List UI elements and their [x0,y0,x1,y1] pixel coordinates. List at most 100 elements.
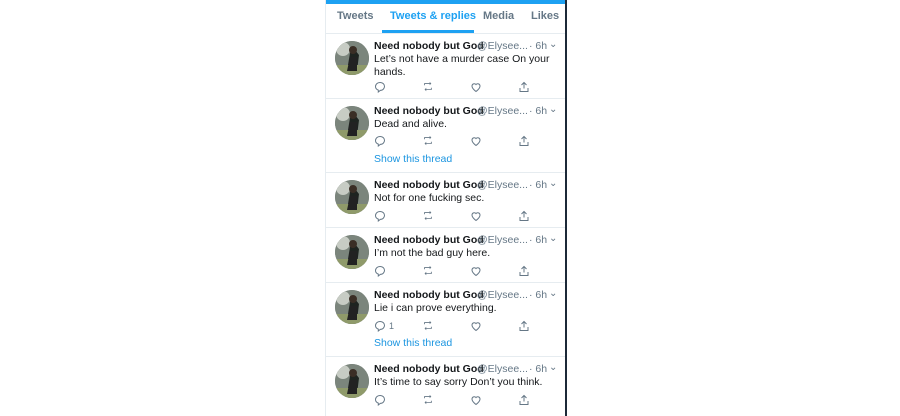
share-button[interactable] [518,210,530,222]
avatar[interactable] [335,290,369,324]
share-icon [519,394,529,405]
reply-icon [374,210,386,222]
tweet-text: It’s time to say sorry Don’t you think. [374,376,543,388]
tweet-text: Dead and alive. [374,118,447,130]
show-thread-link[interactable]: Show this thread [374,153,452,165]
tweet[interactable]: Need nobody but God @Elysee... · 6h ⌄ Le… [326,34,565,99]
heart-icon [471,212,481,222]
reply-icon [374,135,386,147]
avatar[interactable] [335,364,369,398]
share-button[interactable] [518,394,530,406]
tweet-actions [374,394,564,408]
tweet-time[interactable]: · 6h [529,289,547,301]
tweet-header: Need nobody but God @Elysee... · 6h ⌄ [374,178,562,193]
like-button[interactable] [470,135,482,147]
tab-likes[interactable]: Likes [531,10,559,22]
tweet-text: Let’s not have a murder case On your han… [374,53,550,78]
author-name[interactable]: Need nobody but God [374,40,484,52]
author-handle[interactable]: @Elysee... [477,234,528,246]
tweet-time[interactable]: · 6h [529,363,547,375]
author-handle[interactable]: @Elysee... [477,363,528,375]
tweet-header: Need nobody but God @Elysee... · 6h ⌄ [374,39,562,54]
author-handle[interactable]: @Elysee... [477,289,528,301]
tweet[interactable]: Need nobody but God @Elysee... · 6h ⌄ De… [326,99,565,173]
tweet[interactable]: Need nobody but God @Elysee... · 6h ⌄ No… [326,173,565,228]
like-button[interactable] [470,320,482,332]
share-button[interactable] [518,81,530,93]
share-button[interactable] [518,265,530,277]
reply-button[interactable] [374,81,389,93]
tweet-actions [374,265,564,279]
tab-media[interactable]: Media [483,10,514,22]
avatar[interactable] [335,180,369,214]
like-button[interactable] [470,265,482,277]
reply-button[interactable] [374,135,389,147]
share-icon [519,81,529,92]
chevron-down-icon[interactable]: ⌄ [549,362,557,373]
reply-button[interactable]: 1 [374,320,394,332]
retweet-button[interactable] [422,394,434,406]
tweet-time[interactable]: · 6h [529,234,547,246]
tab-tweets[interactable]: Tweets [337,10,373,22]
author-handle[interactable]: @Elysee... [477,179,528,191]
share-icon [519,320,529,331]
retweet-icon [424,265,432,276]
tweet-header: Need nobody but God @Elysee... · 6h ⌄ [374,233,562,248]
retweet-icon [424,320,432,331]
tweet-time[interactable]: · 6h [529,40,547,52]
active-tab-indicator [382,30,474,33]
retweet-button[interactable] [422,81,434,93]
reply-button[interactable] [374,265,389,277]
tweet[interactable]: Need nobody but God @Elysee... · 6h ⌄ I’… [326,228,565,283]
tweet[interactable]: Need nobody but God @Elysee... · 6h ⌄ Li… [326,283,565,357]
heart-icon [471,83,481,93]
avatar[interactable] [335,106,369,140]
author-handle[interactable]: @Elysee... [477,105,528,117]
tweet-header: Need nobody but God @Elysee... · 6h ⌄ [374,104,562,119]
tweet-time[interactable]: · 6h [529,105,547,117]
author-handle[interactable]: @Elysee... [477,40,528,52]
tweet[interactable]: Need nobody but God @Elysee... · 6h ⌄ It… [326,357,565,416]
share-icon [519,265,529,276]
profile-tabs: Tweets Tweets & replies Media Likes [326,4,565,34]
chevron-down-icon[interactable]: ⌄ [549,288,557,299]
reply-button[interactable] [374,210,389,222]
share-button[interactable] [518,320,530,332]
chevron-down-icon[interactable]: ⌄ [549,39,557,50]
like-button[interactable] [470,81,482,93]
share-button[interactable] [518,135,530,147]
tweet-actions [374,81,564,95]
like-button[interactable] [470,210,482,222]
avatar[interactable] [335,235,369,269]
tweet-text: Lie i can prove everything. [374,302,497,314]
chevron-down-icon[interactable]: ⌄ [549,178,557,189]
reply-button[interactable] [374,394,389,406]
author-name[interactable]: Need nobody but God [374,363,484,375]
retweet-button[interactable] [422,210,434,222]
author-name[interactable]: Need nobody but God [374,179,484,191]
retweet-button[interactable] [422,265,434,277]
heart-icon [471,322,481,332]
heart-icon [471,267,481,277]
tab-tweets-and-replies[interactable]: Tweets & replies [390,10,476,22]
retweet-button[interactable] [422,320,434,332]
share-icon [519,210,529,221]
chevron-down-icon[interactable]: ⌄ [549,104,557,115]
author-name[interactable]: Need nobody but God [374,105,484,117]
share-icon [519,135,529,146]
tweet-actions [374,210,564,224]
heart-icon [471,137,481,147]
retweet-icon [424,135,432,146]
reply-icon [374,81,386,93]
show-thread-link[interactable]: Show this thread [374,337,452,349]
tweet-header: Need nobody but God @Elysee... · 6h ⌄ [374,362,562,377]
avatar[interactable] [335,41,369,75]
author-name[interactable]: Need nobody but God [374,289,484,301]
chevron-down-icon[interactable]: ⌄ [549,233,557,244]
retweet-icon [424,81,432,92]
retweet-icon [424,210,432,221]
tweet-time[interactable]: · 6h [529,179,547,191]
like-button[interactable] [470,394,482,406]
retweet-button[interactable] [422,135,434,147]
author-name[interactable]: Need nobody but God [374,234,484,246]
